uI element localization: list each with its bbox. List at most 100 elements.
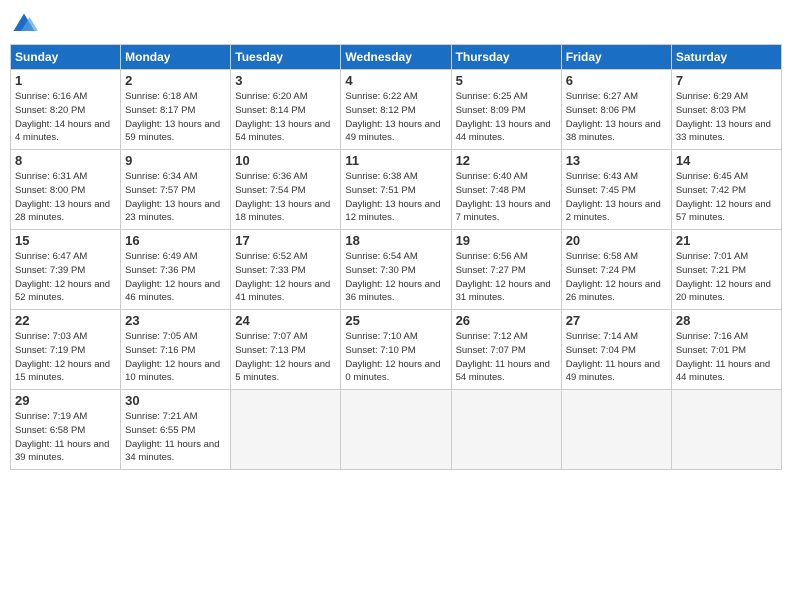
calendar-table: SundayMondayTuesdayWednesdayThursdayFrid…: [10, 44, 782, 470]
calendar-cell: 4 Sunrise: 6:22 AMSunset: 8:12 PMDaylight…: [341, 70, 451, 150]
column-header-wednesday: Wednesday: [341, 45, 451, 70]
calendar-cell: 13Sunrise: 6:43 AMSunset: 7:45 PMDayligh…: [561, 150, 671, 230]
day-info: Sunrise: 7:07 AMSunset: 7:13 PMDaylight:…: [235, 330, 336, 385]
calendar-cell: [341, 390, 451, 470]
day-info: Sunrise: 6:47 AMSunset: 7:39 PMDaylight:…: [15, 250, 116, 305]
day-info: Sunrise: 6:20 AMSunset: 8:14 PMDaylight:…: [235, 90, 336, 145]
day-info: Sunrise: 6:29 AMSunset: 8:03 PMDaylight:…: [676, 90, 777, 145]
calendar-cell: 3Sunrise: 6:20 AMSunset: 8:14 PMDaylight…: [231, 70, 341, 150]
day-number: 15: [15, 233, 116, 248]
calendar-cell: [451, 390, 561, 470]
calendar-cell: [671, 390, 781, 470]
day-info: Sunrise: 6:22 AMSunset: 8:12 PMDaylight:…: [345, 90, 446, 145]
day-info: Sunrise: 6:27 AMSunset: 8:06 PMDaylight:…: [566, 90, 667, 145]
calendar-cell: 19 Sunrise: 6:56 AMSunset: 7:27 PMDayligh…: [451, 230, 561, 310]
day-number: 27: [566, 313, 667, 328]
calendar-cell: 26 Sunrise: 7:12 AMSunset: 7:07 PMDayligh…: [451, 310, 561, 390]
day-info: Sunrise: 6:40 AMSunset: 7:48 PMDaylight:…: [456, 170, 557, 225]
calendar-cell: 9Sunrise: 6:34 AMSunset: 7:57 PMDaylight…: [121, 150, 231, 230]
day-info: Sunrise: 6:52 AMSunset: 7:33 PMDaylight:…: [235, 250, 336, 305]
day-number: 2: [125, 73, 226, 88]
day-info: Sunrise: 6:16 AMSunset: 8:20 PMDaylight:…: [15, 90, 116, 145]
day-number: 19: [456, 233, 557, 248]
column-header-saturday: Saturday: [671, 45, 781, 70]
calendar-week-row: 29 Sunrise: 7:19 AMSunset: 6:58 PMDayligh…: [11, 390, 782, 470]
calendar-cell: 5Sunrise: 6:25 AMSunset: 8:09 PMDaylight…: [451, 70, 561, 150]
day-number: 5: [456, 73, 557, 88]
day-info: Sunrise: 6:58 AMSunset: 7:24 PMDaylight:…: [566, 250, 667, 305]
day-info: Sunrise: 7:14 AMSunset: 7:04 PMDaylight:…: [566, 330, 667, 385]
day-number: 18: [345, 233, 446, 248]
day-info: Sunrise: 7:10 AMSunset: 7:10 PMDaylight:…: [345, 330, 446, 385]
calendar-week-row: 15 Sunrise: 6:47 AMSunset: 7:39 PMDayligh…: [11, 230, 782, 310]
calendar-cell: 29 Sunrise: 7:19 AMSunset: 6:58 PMDayligh…: [11, 390, 121, 470]
day-number: 20: [566, 233, 667, 248]
day-info: Sunrise: 7:05 AMSunset: 7:16 PMDaylight:…: [125, 330, 226, 385]
calendar-cell: 14 Sunrise: 6:45 AMSunset: 7:42 PMDayligh…: [671, 150, 781, 230]
day-number: 30: [125, 393, 226, 408]
day-info: Sunrise: 7:03 AMSunset: 7:19 PMDaylight:…: [15, 330, 116, 385]
calendar-cell: 15 Sunrise: 6:47 AMSunset: 7:39 PMDayligh…: [11, 230, 121, 310]
day-number: 23: [125, 313, 226, 328]
day-number: 29: [15, 393, 116, 408]
calendar-cell: 8 Sunrise: 6:31 AMSunset: 8:00 PMDaylight…: [11, 150, 121, 230]
calendar-cell: 22Sunrise: 7:03 AMSunset: 7:19 PMDayligh…: [11, 310, 121, 390]
calendar-cell: 12Sunrise: 6:40 AMSunset: 7:48 PMDayligh…: [451, 150, 561, 230]
day-number: 9: [125, 153, 226, 168]
day-info: Sunrise: 6:45 AMSunset: 7:42 PMDaylight:…: [676, 170, 777, 225]
calendar-header-row: SundayMondayTuesdayWednesdayThursdayFrid…: [11, 45, 782, 70]
day-number: 14: [676, 153, 777, 168]
day-info: Sunrise: 7:01 AMSunset: 7:21 PMDaylight:…: [676, 250, 777, 305]
calendar-cell: 10Sunrise: 6:36 AMSunset: 7:54 PMDayligh…: [231, 150, 341, 230]
calendar-cell: 20 Sunrise: 6:58 AMSunset: 7:24 PMDayligh…: [561, 230, 671, 310]
calendar-cell: 25 Sunrise: 7:10 AMSunset: 7:10 PMDayligh…: [341, 310, 451, 390]
day-info: Sunrise: 6:56 AMSunset: 7:27 PMDaylight:…: [456, 250, 557, 305]
calendar-cell: 2 Sunrise: 6:18 AMSunset: 8:17 PMDaylight…: [121, 70, 231, 150]
day-number: 11: [345, 153, 446, 168]
page-header: [10, 10, 782, 38]
column-header-sunday: Sunday: [11, 45, 121, 70]
day-number: 4: [345, 73, 446, 88]
day-number: 17: [235, 233, 336, 248]
column-header-friday: Friday: [561, 45, 671, 70]
day-info: Sunrise: 6:36 AMSunset: 7:54 PMDaylight:…: [235, 170, 336, 225]
calendar-cell: 30Sunrise: 7:21 AMSunset: 6:55 PMDayligh…: [121, 390, 231, 470]
calendar-cell: 18 Sunrise: 6:54 AMSunset: 7:30 PMDayligh…: [341, 230, 451, 310]
day-info: Sunrise: 6:54 AMSunset: 7:30 PMDaylight:…: [345, 250, 446, 305]
calendar-cell: 24 Sunrise: 7:07 AMSunset: 7:13 PMDayligh…: [231, 310, 341, 390]
day-info: Sunrise: 6:38 AMSunset: 7:51 PMDaylight:…: [345, 170, 446, 225]
calendar-cell: 21 Sunrise: 7:01 AMSunset: 7:21 PMDayligh…: [671, 230, 781, 310]
day-number: 8: [15, 153, 116, 168]
column-header-monday: Monday: [121, 45, 231, 70]
day-number: 25: [345, 313, 446, 328]
column-header-tuesday: Tuesday: [231, 45, 341, 70]
day-info: Sunrise: 7:19 AMSunset: 6:58 PMDaylight:…: [15, 410, 116, 465]
day-info: Sunrise: 6:43 AMSunset: 7:45 PMDaylight:…: [566, 170, 667, 225]
calendar-cell: 23 Sunrise: 7:05 AMSunset: 7:16 PMDayligh…: [121, 310, 231, 390]
day-number: 16: [125, 233, 226, 248]
day-number: 21: [676, 233, 777, 248]
calendar-cell: 16 Sunrise: 6:49 AMSunset: 7:36 PMDayligh…: [121, 230, 231, 310]
logo-icon: [10, 10, 38, 38]
day-info: Sunrise: 7:16 AMSunset: 7:01 PMDaylight:…: [676, 330, 777, 385]
day-number: 6: [566, 73, 667, 88]
day-info: Sunrise: 7:12 AMSunset: 7:07 PMDaylight:…: [456, 330, 557, 385]
calendar-week-row: 22Sunrise: 7:03 AMSunset: 7:19 PMDayligh…: [11, 310, 782, 390]
calendar-cell: [231, 390, 341, 470]
calendar-cell: 11 Sunrise: 6:38 AMSunset: 7:51 PMDayligh…: [341, 150, 451, 230]
day-number: 24: [235, 313, 336, 328]
day-number: 1: [15, 73, 116, 88]
calendar-cell: 17 Sunrise: 6:52 AMSunset: 7:33 PMDayligh…: [231, 230, 341, 310]
day-info: Sunrise: 6:49 AMSunset: 7:36 PMDaylight:…: [125, 250, 226, 305]
day-number: 28: [676, 313, 777, 328]
calendar-cell: [561, 390, 671, 470]
calendar-cell: 7Sunrise: 6:29 AMSunset: 8:03 PMDaylight…: [671, 70, 781, 150]
day-number: 26: [456, 313, 557, 328]
day-info: Sunrise: 6:31 AMSunset: 8:00 PMDaylight:…: [15, 170, 116, 225]
day-info: Sunrise: 6:18 AMSunset: 8:17 PMDaylight:…: [125, 90, 226, 145]
calendar-cell: 1 Sunrise: 6:16 AMSunset: 8:20 PMDaylight…: [11, 70, 121, 150]
calendar-week-row: 1 Sunrise: 6:16 AMSunset: 8:20 PMDaylight…: [11, 70, 782, 150]
calendar-cell: 28 Sunrise: 7:16 AMSunset: 7:01 PMDayligh…: [671, 310, 781, 390]
calendar-cell: 6 Sunrise: 6:27 AMSunset: 8:06 PMDaylight…: [561, 70, 671, 150]
calendar-week-row: 8 Sunrise: 6:31 AMSunset: 8:00 PMDaylight…: [11, 150, 782, 230]
